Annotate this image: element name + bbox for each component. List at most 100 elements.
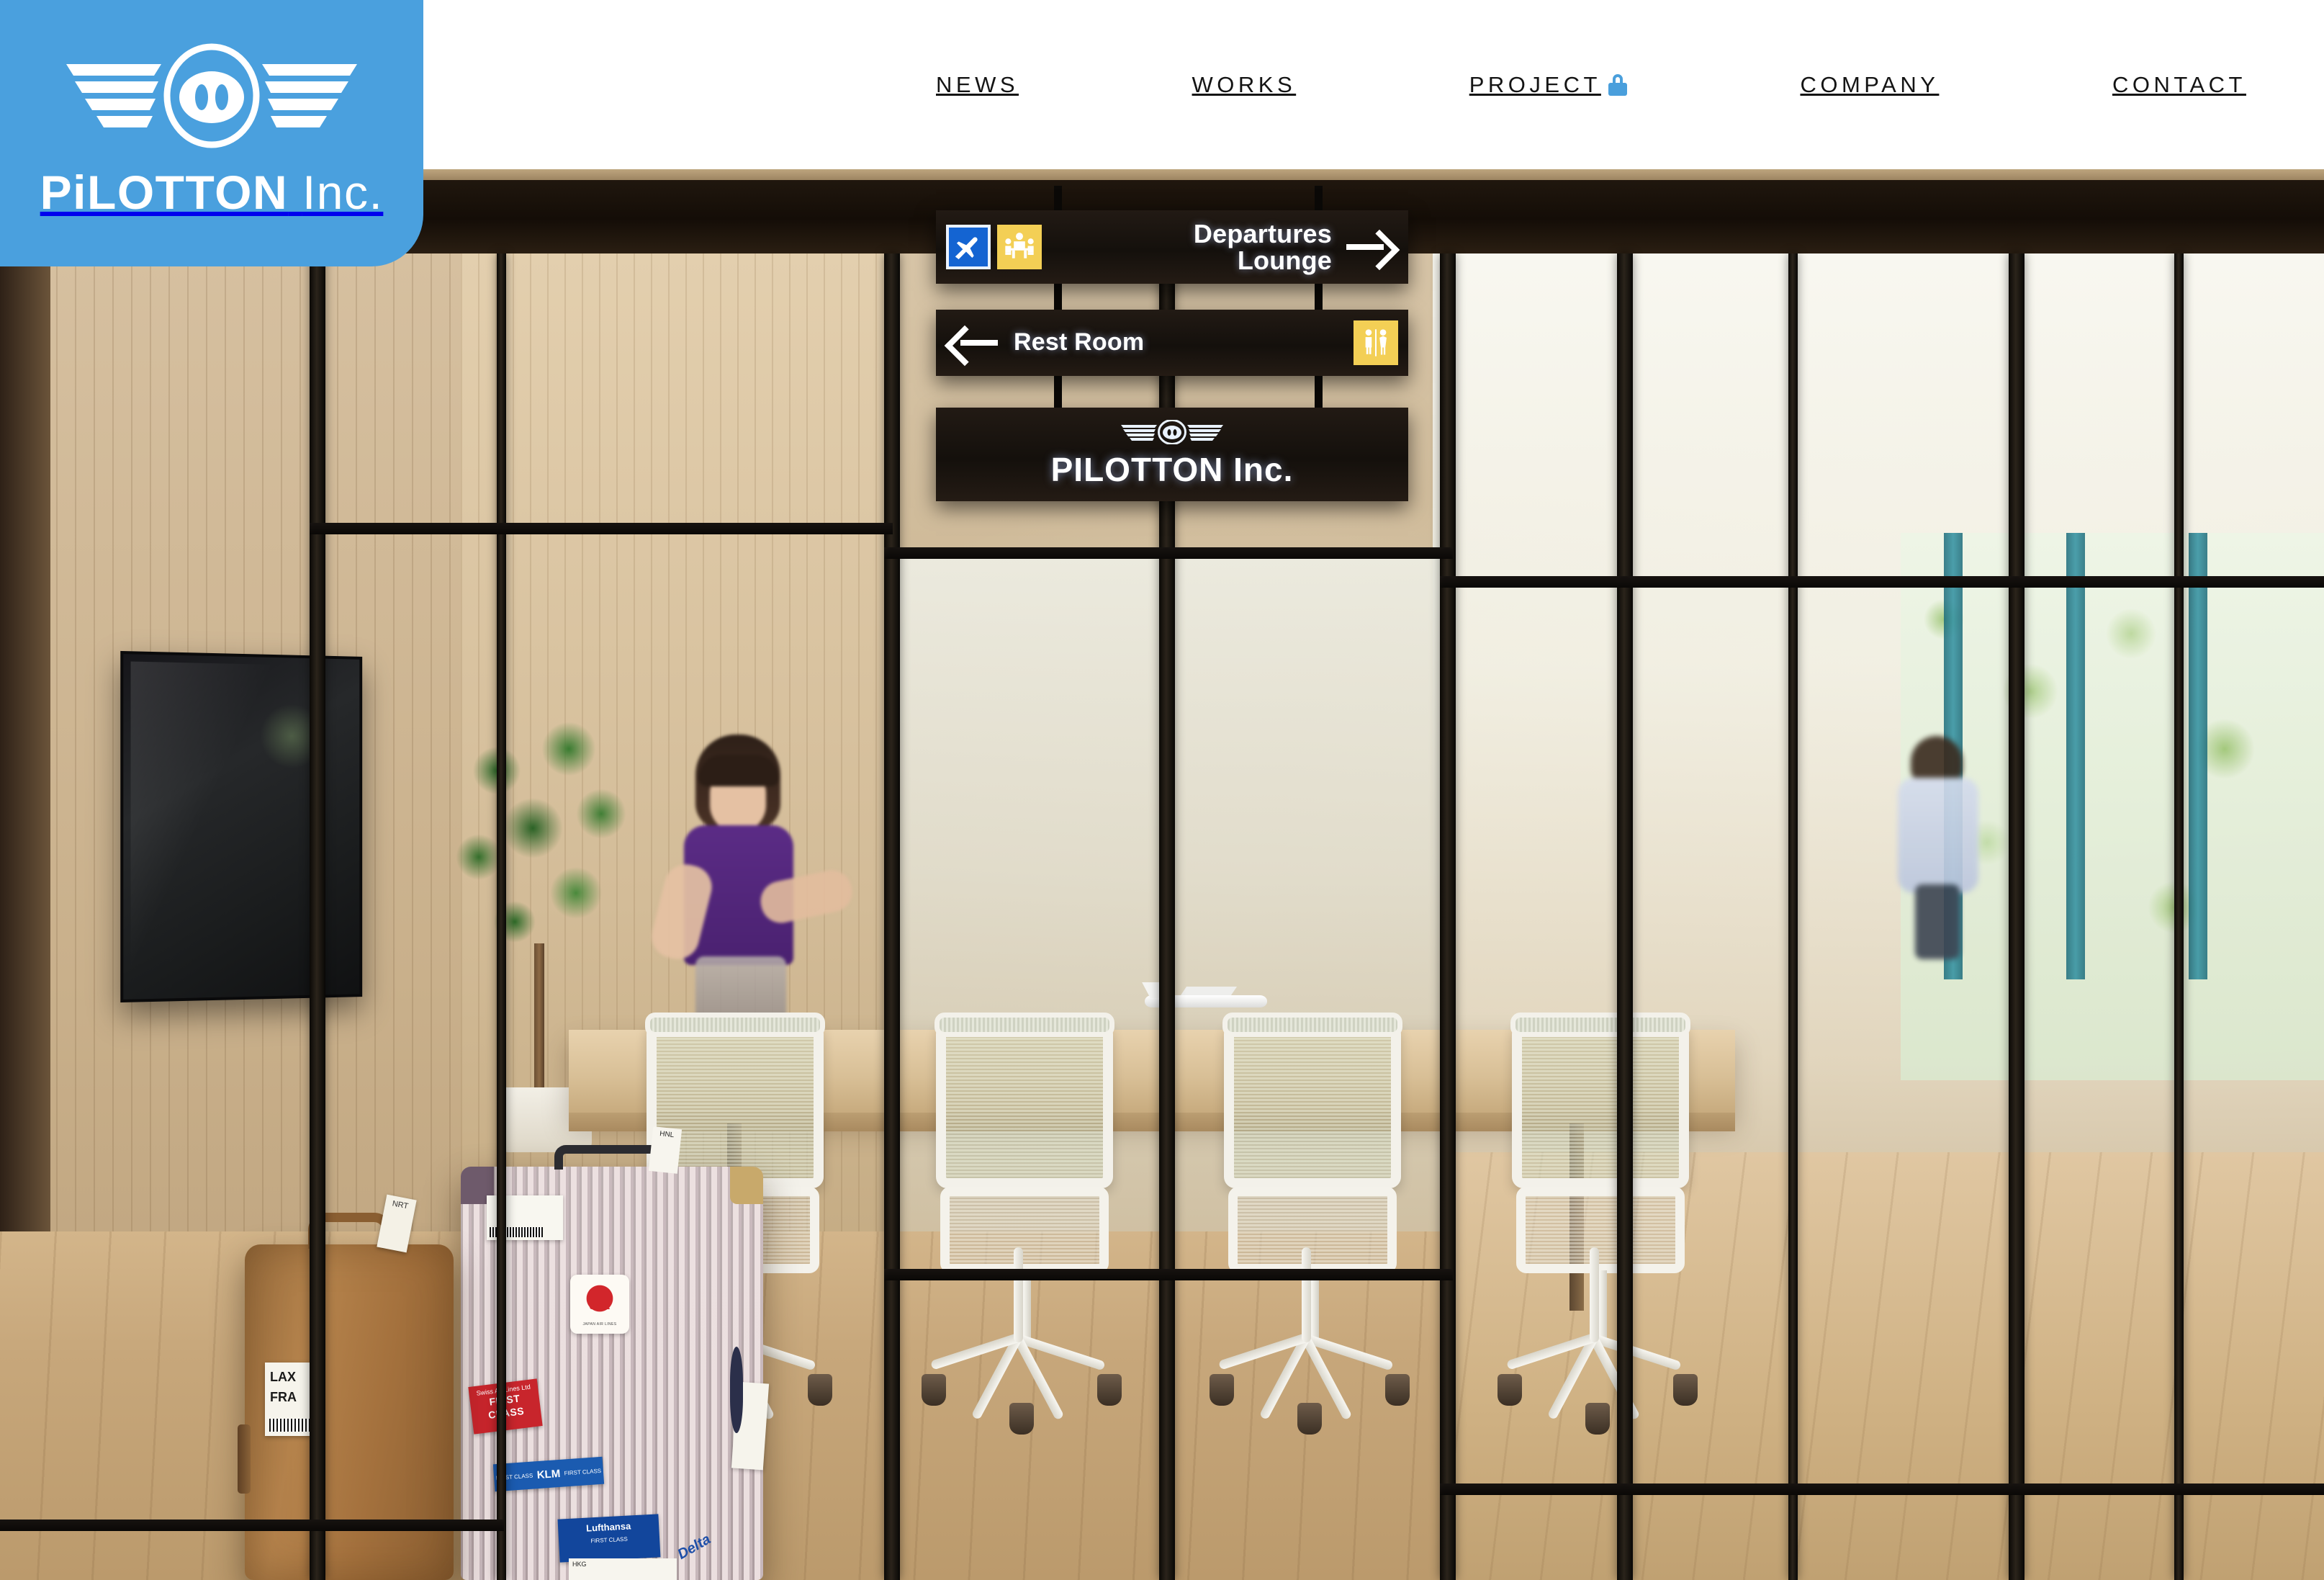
sticker-swiss-class: FIRST CLASS (487, 1393, 525, 1421)
chair-caster (1585, 1403, 1610, 1435)
barcode (269, 1419, 315, 1432)
nav-item-works[interactable]: WORKS (1192, 72, 1297, 98)
sticker-fra: FRA (270, 1389, 297, 1404)
aluminium-suitcase: HNL JAL JAPAN AIR LINES Swiss Air Lines … (461, 1126, 770, 1580)
right-arrow-icon (1345, 226, 1398, 268)
nav-item-news[interactable]: NEWS (936, 72, 1019, 98)
chair-caster (1297, 1403, 1322, 1435)
site-logo-prefix: PiLOTTON (40, 166, 289, 219)
chair-seat (1516, 1187, 1685, 1273)
baggage-tag-hkg: HKG (569, 1558, 677, 1580)
person-legs (1915, 884, 1960, 959)
chair-back (936, 1023, 1113, 1188)
sticker-klm-class-right: FIRST CLASS (564, 1467, 602, 1476)
chair-base (1217, 1247, 1407, 1421)
sign-hanger (1054, 282, 1062, 311)
chair-headrest (1222, 1013, 1402, 1037)
sticker-klm: FIRST CLASS KLM FIRST CLASS (492, 1456, 605, 1492)
sign-rest-room-text: Rest Room (1014, 328, 1145, 356)
lock-icon (1608, 73, 1627, 96)
sticker-lax: LAX (270, 1370, 296, 1384)
left-arrow-icon (946, 322, 999, 364)
sign-departures-text: Departures Lounge (1042, 220, 1345, 274)
sign-hanger (1315, 282, 1323, 311)
glass-transom (1440, 1484, 2324, 1495)
chair-caster (1210, 1374, 1234, 1406)
window-mullion (2066, 533, 2085, 979)
nav-item-contact[interactable]: CONTACT (2112, 72, 2246, 98)
chair-caster (808, 1374, 832, 1406)
sticker-lufthansa-airline: Lufthansa (585, 1520, 631, 1534)
chair-caster (922, 1374, 946, 1406)
main-navigation[interactable]: NEWS WORKS PROJECT COMPANY CONTACT (936, 0, 2246, 169)
glass-transom (884, 547, 1453, 559)
chair-caster (1673, 1374, 1698, 1406)
restroom-icon (1354, 320, 1398, 365)
site-logo[interactable]: PiLOTTON Inc. (0, 0, 423, 266)
office-chair (1492, 1013, 1708, 1435)
suitcase-handle (554, 1145, 662, 1170)
sign-rest-room: Rest Room (936, 310, 1408, 376)
sign-brand-pilotton: PILOTTON Inc. (936, 408, 1408, 501)
sign-hanger (1054, 374, 1062, 409)
chair-base (929, 1247, 1119, 1421)
glass-transom (0, 1520, 504, 1531)
glass-mullion (310, 253, 325, 1580)
nav-item-label: COMPANY (1800, 71, 1940, 97)
sticker-klm-airline: KLM (536, 1467, 561, 1481)
person-torso (1898, 778, 1978, 893)
glass-mullion (497, 253, 506, 1580)
chair-headrest (1510, 1013, 1690, 1037)
office-chair (1204, 1013, 1420, 1435)
sign-departures-line1: Departures (1193, 218, 1332, 248)
nav-item-label: PROJECT (1469, 71, 1601, 97)
chair-seat (940, 1187, 1109, 1273)
sign-departures-lounge: Departures Lounge (936, 210, 1408, 284)
chair-seat (1228, 1187, 1397, 1273)
chair-back (1224, 1023, 1401, 1188)
sticker-lufthansa-class: FIRST CLASS (590, 1535, 629, 1545)
plant-canopy (446, 706, 648, 994)
airplane-departure-icon (946, 225, 991, 269)
baggage-tag-hnl: HNL (648, 1126, 683, 1174)
chair-base (1505, 1247, 1695, 1421)
sticker-jal-label: JAL (589, 1299, 611, 1312)
winged-pig-snout-emblem (1118, 420, 1226, 444)
plant-trunk (534, 943, 544, 1109)
glass-mullion (884, 253, 900, 1580)
lounge-seating-icon (997, 225, 1042, 269)
glass-transom (310, 523, 893, 534)
chair-headrest (934, 1013, 1114, 1037)
model-airplane-wing (1180, 987, 1238, 995)
chair-caster (1385, 1374, 1410, 1406)
suitcase-corner (730, 1167, 763, 1204)
sticker-jal-sub: JAPAN AIR LINES (582, 1321, 617, 1327)
nav-item-label: WORKS (1192, 71, 1297, 97)
chair-back (1512, 1023, 1689, 1188)
page-root: HNL JAL JAPAN AIR LINES Swiss Air Lines … (0, 0, 2324, 1580)
person-fringe (698, 755, 779, 786)
sign-departures-line2: Lounge (1237, 246, 1332, 275)
sticker-jal: JAL JAPAN AIR LINES (570, 1275, 629, 1334)
site-logo-text: PiLOTTON Inc. (40, 165, 384, 220)
glass-mullion (2174, 253, 2184, 1580)
chair-caster (1497, 1374, 1522, 1406)
wall-mounted-tv (120, 650, 363, 1003)
person-walking-left (647, 735, 856, 1040)
glass-mullion (1440, 253, 1456, 1580)
glass-transom (1440, 576, 2324, 588)
sticker-lufthansa: Lufthansa FIRST CLASS (557, 1514, 661, 1563)
sign-brand-text: PILOTTON Inc. (1050, 451, 1294, 488)
glass-mullion (1617, 253, 1633, 1580)
glass-mullion (2009, 253, 2025, 1580)
chair-caster (1097, 1374, 1122, 1406)
nav-item-company[interactable]: COMPANY (1800, 72, 1939, 98)
nav-item-label: CONTACT (2112, 71, 2246, 97)
window-mullion (2189, 533, 2207, 979)
sticker-delta: Delta (675, 1531, 713, 1563)
glass-transom (884, 1269, 1453, 1280)
nav-item-project[interactable]: PROJECT (1469, 72, 1627, 98)
person-walking-right (1879, 736, 1994, 959)
suitcase-strap (730, 1347, 743, 1433)
chair-headrest (645, 1013, 825, 1037)
